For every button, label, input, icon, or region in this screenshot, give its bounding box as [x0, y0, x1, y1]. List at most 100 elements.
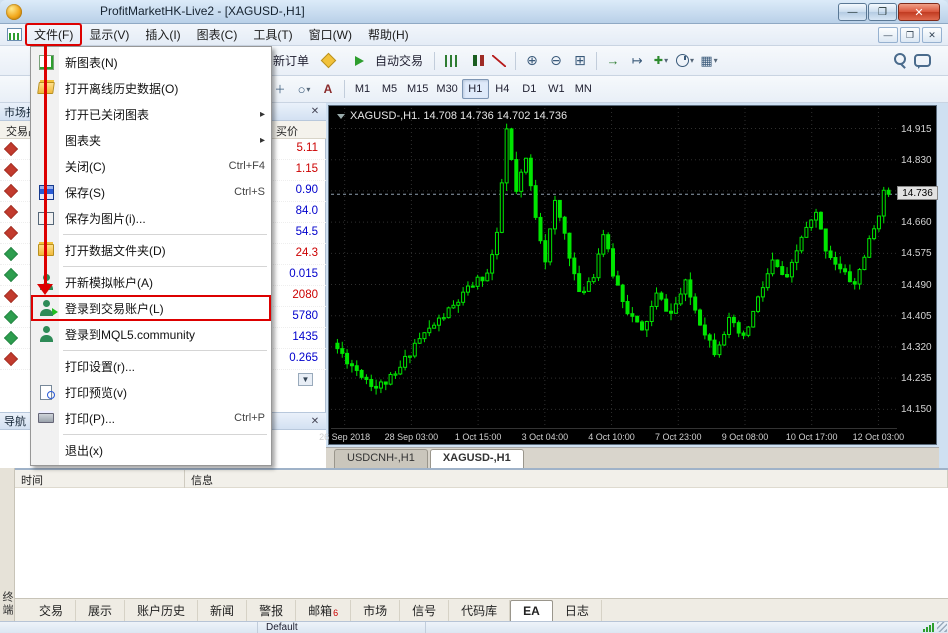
time-column-header[interactable]: 时间: [15, 470, 185, 488]
price-axis: 14.91514.83014.74514.66014.57514.49014.4…: [899, 108, 937, 428]
terminal-tab[interactable]: 邮箱6: [296, 600, 351, 621]
terminal-tab[interactable]: 账户历史: [125, 600, 198, 621]
terminal-tab[interactable]: 日志: [553, 600, 602, 621]
symbol-trend-icon: [4, 247, 18, 261]
annotation-arrow-line: [44, 44, 47, 284]
terminal-tab[interactable]: EA: [510, 600, 553, 621]
timeframe-d1[interactable]: D1: [516, 79, 543, 99]
chart-shift-icon[interactable]: [626, 51, 648, 71]
chart-canvas[interactable]: XAGUSD-,H1. 14.708 14.736 14.702 14.736 …: [328, 105, 937, 445]
time-tick: 26 Sep 2018: [319, 432, 370, 442]
chart-tab[interactable]: XAGUSD-,H1: [430, 449, 524, 468]
chart-window: XAGUSD-,H1. 14.708 14.736 14.702 14.736 …: [326, 103, 939, 468]
terminal-tab[interactable]: 交易: [27, 600, 76, 621]
bar-chart-icon[interactable]: [440, 51, 462, 71]
timeframe-m15[interactable]: M15: [403, 79, 432, 99]
text-label-icon[interactable]: [317, 79, 339, 99]
navigator-close-icon[interactable]: ✕: [308, 414, 322, 428]
message-column-header[interactable]: 信息: [185, 470, 948, 488]
mdi-restore-button[interactable]: ❐: [900, 27, 920, 43]
tile-windows-icon[interactable]: [569, 51, 591, 71]
templates-icon[interactable]: [698, 51, 720, 71]
terminal-tab[interactable]: 信号: [400, 600, 449, 621]
profile-name[interactable]: Default: [258, 622, 426, 633]
symbol-trend-icon: [4, 289, 18, 303]
autotrading-button[interactable]: 自动交易: [340, 48, 430, 74]
file-menu-item[interactable]: 关闭(C)Ctrl+F4: [31, 153, 271, 179]
file-menu-item[interactable]: 退出(x): [31, 437, 271, 463]
auto-scroll-icon[interactable]: [602, 51, 624, 71]
file-menu-item[interactable]: 登录到MQL5.community: [31, 321, 271, 347]
file-menu-item[interactable]: 图表夹▸: [31, 127, 271, 153]
menu-item[interactable]: 显示(V): [81, 24, 137, 45]
symbol-price: 5780: [292, 310, 318, 322]
mql-wizard-icon[interactable]: [317, 51, 339, 71]
mdi-minimize-button[interactable]: —: [878, 27, 898, 43]
resize-grip[interactable]: [937, 622, 947, 632]
shapes-icon[interactable]: [293, 79, 315, 99]
candlestick-chart[interactable]: [331, 108, 897, 428]
menu-item[interactable]: 图表(C): [189, 24, 246, 45]
periods-icon[interactable]: [674, 51, 696, 71]
zoom-in-icon[interactable]: [521, 51, 543, 71]
terminal-tab[interactable]: 代码库: [449, 600, 510, 621]
file-menu-item[interactable]: 打印预览(v): [31, 379, 271, 405]
timeframe-h4[interactable]: H4: [489, 79, 516, 99]
price-tick: 14.150: [901, 404, 932, 415]
terminal-tab[interactable]: 市场: [351, 600, 400, 621]
account-mql5-icon: [35, 325, 57, 343]
menu-item[interactable]: 帮助(H): [360, 24, 417, 45]
timeframe-w1[interactable]: W1: [543, 79, 570, 99]
file-menu-item[interactable]: 打开数据文件夹(D): [31, 237, 271, 263]
timeframe-m30[interactable]: M30: [432, 79, 461, 99]
blank-icon: [35, 357, 57, 375]
restore-button[interactable]: ❐: [868, 3, 897, 21]
chart-tab[interactable]: USDCNH-,H1: [334, 449, 428, 468]
file-menu-item[interactable]: 登录到交易账户(L): [31, 295, 271, 321]
file-menu-item[interactable]: 打印(P)...Ctrl+P: [31, 405, 271, 431]
menu-item[interactable]: 工具(T): [245, 24, 300, 45]
crosshair-icon[interactable]: [269, 79, 291, 99]
file-menu-item[interactable]: 保存为图片(i)...: [31, 205, 271, 231]
file-menu-item[interactable]: 新图表(N): [31, 49, 271, 75]
timeframe-mn[interactable]: MN: [570, 79, 597, 99]
menu-item[interactable]: 窗口(W): [301, 24, 360, 45]
scroll-down-icon[interactable]: ▼: [298, 373, 313, 386]
file-menu-item[interactable]: 保存(S)Ctrl+S: [31, 179, 271, 205]
terminal-tab[interactable]: 展示: [76, 600, 125, 621]
time-tick: 12 Oct 03:00: [853, 432, 905, 442]
file-menu-item-label: 退出(x): [65, 442, 265, 459]
file-menu-item[interactable]: 打开已关闭图表▸: [31, 101, 271, 127]
terminal-tab[interactable]: 警报: [247, 600, 296, 621]
symbol-trend-icon: [4, 205, 18, 219]
search-icon[interactable]: [887, 51, 909, 71]
menu-item[interactable]: 文件(F): [26, 24, 81, 45]
chart-document-icon[interactable]: [7, 28, 22, 41]
timeframe-m1[interactable]: M1: [349, 79, 376, 99]
symbol-price: 1435: [292, 331, 318, 343]
zoom-out-icon[interactable]: [545, 51, 567, 71]
close-button[interactable]: ✕: [898, 3, 940, 21]
timeframe-m5[interactable]: M5: [376, 79, 403, 99]
one-click-trading-icon[interactable]: [337, 114, 345, 119]
indicators-icon[interactable]: [650, 51, 672, 71]
terminal-tab[interactable]: 新闻: [198, 600, 247, 621]
candlestick-chart-icon[interactable]: [464, 51, 486, 71]
account-login-icon: [35, 299, 57, 317]
community-chat-icon[interactable]: [911, 51, 933, 71]
file-menu-item[interactable]: 开新模拟帐户(A): [31, 269, 271, 295]
menu-item[interactable]: 插入(I): [137, 24, 188, 45]
line-chart-icon[interactable]: [488, 51, 510, 71]
symbol-trend-icon: [4, 310, 18, 324]
file-menu-item[interactable]: 打开离线历史数据(O): [31, 75, 271, 101]
status-spacer: [426, 622, 923, 633]
file-menu-item[interactable]: 打印设置(r)...: [31, 353, 271, 379]
market-watch-close-icon[interactable]: ✕: [308, 105, 322, 119]
title-bar: ProfitMarketHK-Live2 - [XAGUSD-,H1] — ❐ …: [0, 0, 948, 24]
app-icon: [6, 4, 22, 20]
timeframe-h1[interactable]: H1: [462, 79, 489, 99]
price-column-header[interactable]: 买价: [276, 123, 298, 139]
symbol-trend-icon: [4, 352, 18, 366]
mdi-close-button[interactable]: ✕: [922, 27, 942, 43]
minimize-button[interactable]: —: [838, 3, 867, 21]
